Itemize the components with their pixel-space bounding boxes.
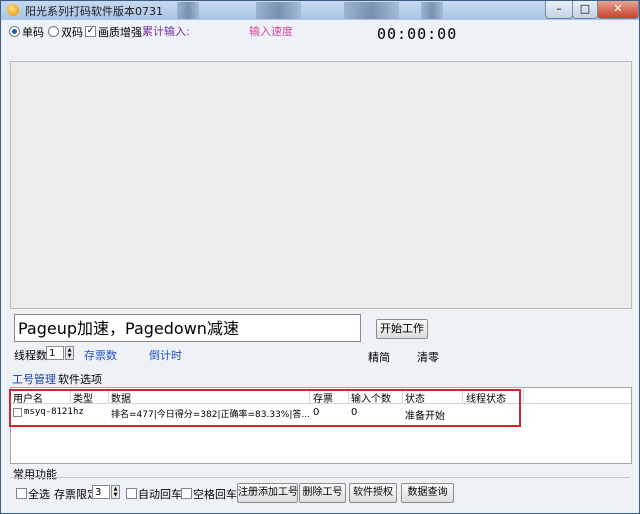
title-bar[interactable]: 阳光系列打码软件版本0731 – □ ✕ <box>1 1 639 20</box>
column-divider[interactable] <box>523 388 524 403</box>
captcha-display-area <box>10 61 632 309</box>
app-window: 阳光系列打码软件版本0731 – □ ✕ 单码 双码 ✓ 画质增强 累计输入: … <box>0 0 640 514</box>
app-icon <box>7 4 19 16</box>
thread-count-input[interactable]: 1 <box>46 346 64 360</box>
double-code-radio[interactable] <box>48 26 59 37</box>
start-work-button[interactable]: 开始工作 <box>376 319 428 339</box>
thread-count-spinner[interactable]: ▲ ▼ <box>65 346 74 360</box>
data-query-button[interactable]: 数据查询 <box>401 483 454 503</box>
double-code-label[interactable]: 双码 <box>61 24 83 40</box>
auto-enter-label[interactable]: 自动回车 <box>138 486 182 502</box>
close-button[interactable]: ✕ <box>597 1 639 19</box>
highlight-annotation-box <box>9 389 521 427</box>
thread-count-label: 线程数 <box>14 349 47 362</box>
space-enter-label[interactable]: 空格回车 <box>193 486 237 502</box>
space-enter-checkbox[interactable] <box>181 488 192 499</box>
enhance-label[interactable]: 画质增强 <box>98 24 142 40</box>
enhance-checkbox[interactable]: ✓ <box>85 26 96 37</box>
common-functions-label: 常用功能 <box>13 468 57 481</box>
tab-software-options[interactable]: 软件选项 <box>58 371 102 387</box>
blurred-thumbnail <box>256 2 301 19</box>
timer-display: 00:00:00 <box>377 25 458 43</box>
cumulative-input-label: 累计输入: <box>142 25 190 38</box>
stock-limit-spinner[interactable]: ▲ ▼ <box>111 485 120 499</box>
group-divider <box>10 477 630 478</box>
blurred-thumbnail <box>421 2 443 19</box>
simplify-label[interactable]: 精简 <box>368 349 390 365</box>
blurred-thumbnail <box>177 2 199 19</box>
tab-account-management[interactable]: 工号管理 <box>12 371 56 388</box>
stock-limit-input[interactable]: 3 <box>92 485 110 499</box>
delete-account-button[interactable]: 删除工号 <box>299 483 346 503</box>
countdown-label: 倒计时 <box>149 349 182 362</box>
software-license-button[interactable]: 软件授权 <box>349 483 397 503</box>
single-code-label[interactable]: 单码 <box>22 24 44 40</box>
maximize-button[interactable]: □ <box>572 1 598 19</box>
window-title: 阳光系列打码软件版本0731 <box>25 5 163 18</box>
input-speed-label: 输入速度 <box>249 25 293 38</box>
select-all-checkbox[interactable] <box>16 488 27 499</box>
clear-label[interactable]: 清零 <box>417 349 439 365</box>
auto-enter-checkbox[interactable] <box>126 488 137 499</box>
register-account-button[interactable]: 注册添加工号 <box>237 483 298 503</box>
blurred-thumbnail <box>344 2 399 19</box>
minimize-button[interactable]: – <box>545 1 573 19</box>
hint-input-box[interactable]: Pageup加速，Pagedown减速 <box>14 314 361 342</box>
stock-count-label: 存票数 <box>84 349 117 362</box>
select-all-label[interactable]: 全选 <box>28 486 50 502</box>
single-code-radio[interactable] <box>9 26 20 37</box>
